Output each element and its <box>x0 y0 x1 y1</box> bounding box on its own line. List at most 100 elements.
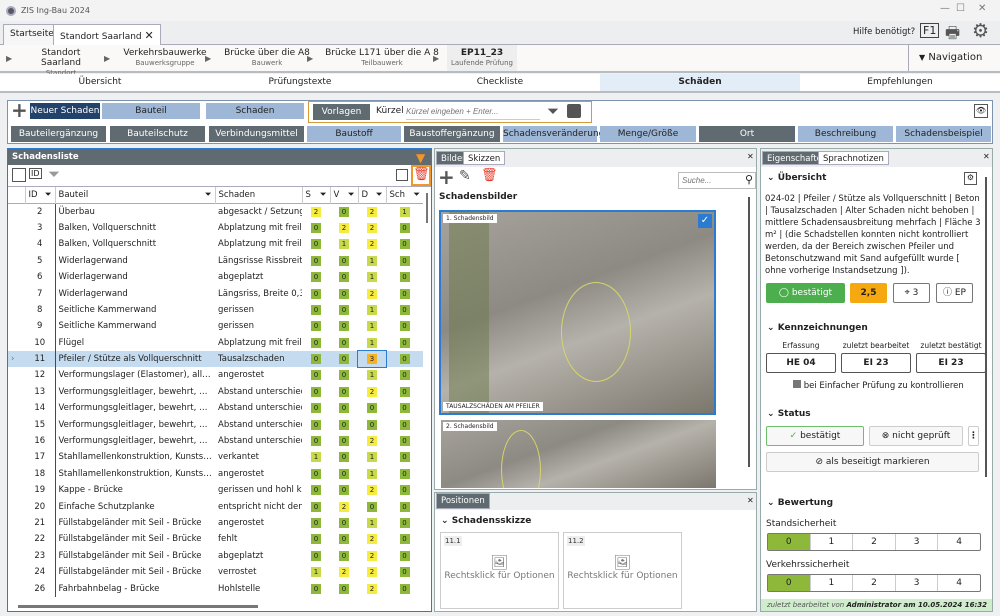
table-row[interactable]: 17 Stahllamellenkonstruktion, Kunststoff.… <box>8 449 423 466</box>
filter-icon[interactable]: ⏷ <box>547 102 559 120</box>
table-row[interactable]: 23 Füllstabgeländer mit Seil - Brücke abge… <box>8 547 423 564</box>
table-row[interactable]: 7 WiderlagerwandLängsriss, Breite 0,3 m 0 0… <box>8 285 423 302</box>
table-row[interactable]: 2 Überbau abgesackt / Setzung 2 0 2 1 <box>8 203 423 220</box>
search-icon[interactable]: ⚲ <box>745 173 753 186</box>
status-section-header[interactable]: ⌄ Status <box>767 409 811 419</box>
positions-count-button[interactable]: ⌖ 3 <box>893 283 930 303</box>
mark-removed-button[interactable]: ⊘ als beseitigt markieren <box>766 452 979 472</box>
table-row[interactable]: 12 Verformungslager (Elastomer), allseits… <box>8 367 423 384</box>
breadcrumb-bauwerksgruppe[interactable]: Verkehrsbauwerke Bauwerksgruppe <box>120 48 210 67</box>
tab-schaeden[interactable]: Schäden <box>600 74 800 91</box>
tab-pruefungstexte[interactable]: Prüfungstexte <box>200 74 400 91</box>
vorlagen-button[interactable]: Vorlagen <box>313 104 370 120</box>
schaden-button[interactable]: Schaden <box>206 103 304 119</box>
table-row[interactable]: 10 Flügel Abplatzung mit freilie 0 0 1 0 <box>8 334 423 351</box>
id-icon[interactable]: ID <box>29 168 42 179</box>
checkbox[interactable] <box>793 380 801 388</box>
breadcrumb-teilbauwerk[interactable]: Brücke L171 über die A 8 Teilbauwerk <box>322 48 442 67</box>
status-confirmed-button[interactable]: ✓ bestätigt <box>766 426 864 446</box>
filter-button-8[interactable]: Beschreibung <box>798 126 893 142</box>
filter-button-7[interactable]: Ort <box>699 126 795 142</box>
breadcrumb-pruefung[interactable]: EP11_23 Laufende Prüfung <box>447 45 517 71</box>
table-row[interactable]: 6 Widerlagerwand abgeplatzt 0 0 1 0 <box>8 268 423 286</box>
gear-icon[interactable]: ⚙ <box>972 20 989 42</box>
damage-image-1[interactable]: 1. Schadensbild ✓ TAUSALZSCHÄDEN AM PFEI… <box>439 210 716 415</box>
column-filter-icon[interactable]: ⏷ <box>320 190 327 200</box>
filter-button-5[interactable]: Schadensveränderung <box>503 126 604 142</box>
table-row[interactable]: 14 Verformungsgleitlager, bewehrt, ohne..… <box>8 400 423 417</box>
vertical-scrollbar[interactable] <box>748 197 750 467</box>
table-row[interactable]: 22 Füllstabgeländer mit Seil - Brücke fehl… <box>8 531 423 548</box>
close-tab-icon[interactable]: ✕ <box>145 29 154 42</box>
filter-button-3[interactable]: Baustoff <box>307 126 401 142</box>
tab-standort-saarland[interactable]: Standort Saarland ✕ <box>53 24 161 46</box>
breadcrumb-standort[interactable]: Standort Saarland Standort <box>22 48 100 77</box>
image-checkbox[interactable]: ✓ <box>698 214 712 228</box>
rating-option[interactable]: 4 <box>937 575 980 591</box>
table-row[interactable]: 15 Verformungsgleitlager, bewehrt, mit F.… <box>8 416 423 433</box>
visibility-icon[interactable]: 👁 <box>974 104 988 118</box>
navigation-dropdown[interactable]: ▼ Navigation <box>908 45 1000 71</box>
close-panel-icon[interactable]: ✕ <box>747 496 754 505</box>
sketch-heading[interactable]: ⌄ Schadensskizze <box>441 516 531 526</box>
help-label[interactable]: Hilfe benötigt? <box>853 27 915 37</box>
damage-image-2[interactable]: 2. Schadensbild <box>441 420 716 488</box>
table-row[interactable]: 3 Balken, Vollquerschnitt Abplatzung mit f… <box>8 219 423 237</box>
add-image-icon[interactable]: + <box>438 165 455 189</box>
tab-sprachnotizen[interactable]: Sprachnotizen <box>818 151 889 165</box>
filter-button-2[interactable]: Verbindungsmittel <box>209 126 304 142</box>
image-search-input[interactable] <box>679 173 737 188</box>
table-row[interactable]: › 11 Pfeiler / Stütze als Vollquerschnitt T… <box>8 349 423 369</box>
f1-help-icon[interactable]: F1 <box>920 23 940 38</box>
rating-option[interactable]: 3 <box>894 534 938 550</box>
table-row[interactable]: 18 Stahllamellenkonstruktion, Kunststoff.… <box>8 465 423 483</box>
column-header[interactable]: Bauteil ⏷ <box>54 187 215 204</box>
status-unchecked-button[interactable]: ⊗ nicht geprüft <box>869 426 963 446</box>
edit-icon[interactable]: ✎ <box>459 168 471 184</box>
rating-option[interactable]: 3 <box>894 575 938 591</box>
column-filter-icon[interactable]: ⏷ <box>348 190 355 200</box>
delete-image-icon[interactable]: 🗑 <box>481 168 498 183</box>
column-settings-icon[interactable] <box>12 168 26 182</box>
copy-icon[interactable] <box>396 169 408 181</box>
filter-button-1[interactable]: Bauteilschutz <box>110 126 205 142</box>
rating-option[interactable]: 2 <box>852 575 895 591</box>
settings-icon[interactable]: ⚙ <box>964 172 977 185</box>
column-header[interactable]: ID ⏷ <box>24 187 55 204</box>
close-panel-icon[interactable]: ✕ <box>983 152 990 161</box>
delete-icon[interactable]: 🗑 <box>411 165 431 186</box>
table-row[interactable]: 9 Seitliche Kammerwand gerissen 0 0 1 0 <box>8 318 423 335</box>
rating-option[interactable]: 0 <box>768 534 810 550</box>
table-row[interactable]: 8 Seitliche Kammerwand gerissen 0 0 1 0 <box>8 301 423 319</box>
table-row[interactable]: 5 Widerlagerwand Längsrisse Rissbreite 0 0 1 0 <box>8 252 423 269</box>
table-row[interactable]: 19 Kappe - Brücke gerissen und hohl klir 0 0… <box>8 482 423 499</box>
rating-option[interactable]: 1 <box>809 575 853 591</box>
column-header[interactable]: D ⏷ <box>357 187 386 204</box>
filter-button-9[interactable]: Schadensbeispiel <box>896 126 991 142</box>
new-damage-button[interactable]: Neuer Schaden <box>30 103 100 119</box>
table-row[interactable]: 21 Füllstabgeländer mit Seil - Brücke ange… <box>8 514 423 532</box>
overview-section-header[interactable]: ⌄ Übersicht <box>767 173 826 183</box>
breadcrumb-bauwerk[interactable]: Brücke über die A8 Bauwerk <box>222 48 312 67</box>
position-card[interactable]: 11.2 🖼 Rechtsklick für Optionen <box>563 532 682 609</box>
column-filter-icon[interactable]: ⏷ <box>205 190 212 200</box>
table-row[interactable]: 4 Balken, Vollquerschnitt Abplatzung mit f… <box>8 236 423 253</box>
plus-icon[interactable]: + <box>11 98 28 122</box>
vertical-scrollbar[interactable] <box>426 193 428 223</box>
table-row[interactable]: 13 Verformungsgleitlager, bewehrt, ohne..… <box>8 383 423 401</box>
minimize-icon[interactable]: — <box>940 3 950 14</box>
column-header[interactable]: S ⏷ <box>301 187 330 204</box>
filter-button-0[interactable]: Bauteilergänzung <box>11 126 106 142</box>
horizontal-scrollbar[interactable] <box>18 605 258 608</box>
column-filter-icon[interactable]: ⏷ <box>413 190 420 200</box>
table-row[interactable]: 26 Fahrbahnbelag - Brücke Hohlstelle 0 0 2 0 <box>8 580 423 597</box>
tab-checkliste[interactable]: Checkliste <box>400 74 600 91</box>
column-filter-icon[interactable]: ⏷ <box>45 190 52 200</box>
rating-option[interactable]: 0 <box>768 575 810 591</box>
filter-icon[interactable]: ⏷ <box>48 165 60 183</box>
table-row[interactable]: 24 Füllstabgeländer mit Seil - Brücke verr… <box>8 563 423 581</box>
more-options-icon[interactable]: ⋮ <box>968 426 979 446</box>
close-window-icon[interactable]: ✕ <box>978 3 986 14</box>
tab-uebersicht[interactable]: Übersicht <box>0 74 200 91</box>
confirmed-badge[interactable]: ◯ bestätigt <box>766 283 845 303</box>
